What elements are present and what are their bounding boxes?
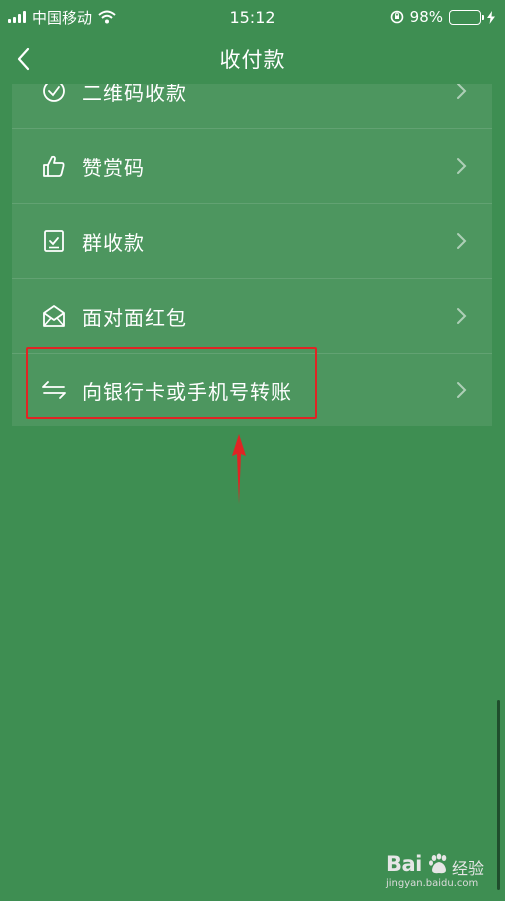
orientation-lock-icon: [390, 10, 403, 24]
status-left: 中国移动: [8, 7, 116, 28]
watermark-brand: Bai: [386, 852, 422, 876]
highlight-annotation-box: [26, 347, 317, 419]
red-arrow-annotation: [232, 434, 246, 504]
chevron-left-icon: [17, 47, 30, 71]
status-bar: 中国移动 15:12 98%: [0, 0, 505, 34]
wifi-icon: [98, 10, 116, 24]
menu-item-label: 面对面红包: [82, 305, 187, 330]
chevron-right-icon: [457, 308, 467, 324]
menu-item-reward-code[interactable]: 赞赏码: [12, 129, 492, 204]
page-title: 收付款: [219, 48, 286, 72]
chevron-right-icon: [457, 382, 467, 398]
carrier-label: 中国移动: [32, 8, 93, 27]
signal-icon: [8, 11, 26, 23]
chevron-right-icon: [457, 158, 467, 174]
scrollbar[interactable]: [497, 700, 500, 890]
menu-item-label: 二维码收款: [82, 84, 187, 105]
menu-item-label: 群收款: [82, 230, 145, 255]
menu-item-qr-collect[interactable]: 二维码收款: [12, 84, 492, 129]
chevron-right-icon: [457, 233, 467, 249]
chevron-right-icon: [457, 84, 467, 99]
watermark-url: jingyan.baidu.com: [386, 878, 479, 889]
thumbs-up-icon: [40, 152, 68, 180]
group-bill-icon: [40, 227, 68, 255]
nav-bar: 收付款: [0, 34, 505, 84]
menu-item-face-to-face-red-packet[interactable]: 面对面红包: [12, 279, 492, 354]
paw-logo-icon: [429, 853, 447, 874]
menu-item-label: 赞赏码: [82, 155, 145, 180]
red-envelope-icon: [40, 302, 68, 330]
qr-check-icon: [40, 84, 68, 105]
battery-icon: [449, 9, 484, 25]
battery-percent: 98%: [409, 8, 443, 26]
back-button[interactable]: [16, 44, 46, 74]
menu-item-group-collect[interactable]: 群收款: [12, 204, 492, 279]
charging-bolt-icon: [487, 10, 495, 24]
watermark-brand-cn: 经验: [452, 859, 485, 878]
status-right: 98%: [390, 8, 495, 26]
baidu-jingyan-watermark: Bai 经验 jingyan.baidu.com: [386, 852, 496, 894]
